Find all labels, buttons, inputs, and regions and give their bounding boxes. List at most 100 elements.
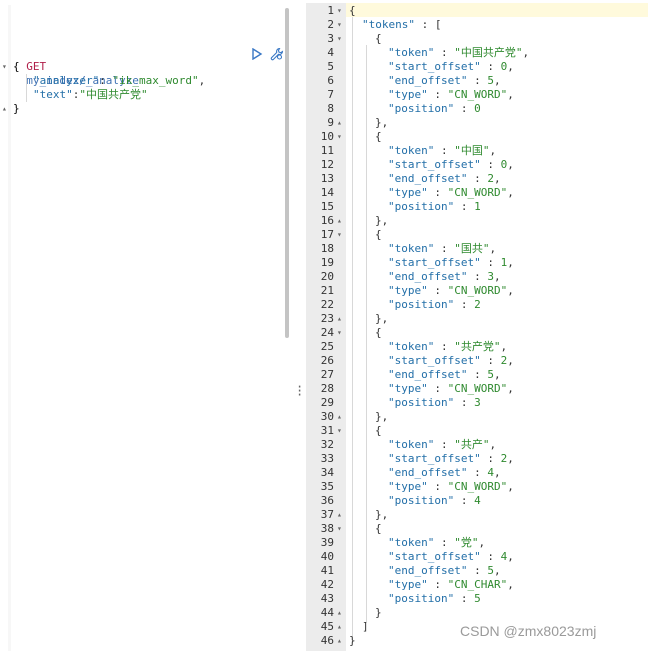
fold-toggle[interactable]: ▾ xyxy=(337,424,345,438)
fold-toggle[interactable]: ▴ xyxy=(337,214,345,228)
line-number: 12 xyxy=(320,158,334,171)
token-punc: , xyxy=(478,536,486,549)
response-line: "end_offset" : 5, xyxy=(388,368,501,382)
line-number: 1 xyxy=(327,4,334,17)
response-line: } xyxy=(349,634,356,648)
fold-toggle[interactable]: ▾ xyxy=(337,4,345,18)
response-line: { xyxy=(375,130,382,144)
fold-toggle[interactable]: ▾ xyxy=(337,326,345,340)
token-punc: : xyxy=(467,74,488,87)
line-number: 38 xyxy=(320,522,334,535)
token-key: "position" xyxy=(388,298,455,311)
response-line: }, xyxy=(375,214,388,228)
token-punc: , xyxy=(507,480,514,493)
line-number: 15 xyxy=(320,200,334,213)
token-key: "token" xyxy=(388,242,435,255)
response-line: { xyxy=(375,522,382,536)
line-number: 43 xyxy=(320,592,334,605)
response-line: { xyxy=(375,326,382,340)
indent-guide xyxy=(352,17,353,643)
fold-toggle[interactable]: ▴ xyxy=(337,410,345,424)
token-key: "type" xyxy=(388,578,428,591)
fold-toggle[interactable]: ▾ xyxy=(337,522,345,536)
response-line: { xyxy=(375,424,382,438)
line-number: 10 xyxy=(320,130,334,143)
response-line: "token" : "共产党", xyxy=(388,340,507,354)
token-punc: { xyxy=(375,228,382,241)
token-key: "start_offset" xyxy=(388,158,481,171)
fold-toggle[interactable]: ▴ xyxy=(337,620,345,634)
response-line: "position" : 3 xyxy=(388,396,481,410)
token-punc: : xyxy=(480,452,501,465)
pane-resize-handle[interactable]: · · · xyxy=(296,381,303,401)
fold-toggle[interactable]: ▴ xyxy=(337,312,345,326)
request-body-line[interactable]: "analyzer": "ik_max_word", xyxy=(33,74,205,88)
token-punc: : xyxy=(427,578,448,591)
request-scrollbar[interactable] xyxy=(285,8,289,338)
token-punc: { xyxy=(349,4,356,17)
response-line: "type" : "CN_WORD", xyxy=(388,284,514,298)
fold-toggle[interactable]: ▴ xyxy=(337,634,345,648)
fold-toggle[interactable]: ▴ xyxy=(337,606,345,620)
token-key: "token" xyxy=(388,438,435,451)
token-key: "start_offset" xyxy=(388,354,481,367)
token-key: "end_offset" xyxy=(388,368,468,381)
line-number: 13 xyxy=(320,172,334,185)
line-number: 24 xyxy=(320,326,334,339)
token-punc: }, xyxy=(375,410,389,423)
line-number: 33 xyxy=(320,452,334,465)
token-punc: { xyxy=(375,522,382,535)
fold-toggle[interactable]: ▾ xyxy=(337,18,345,32)
request-line[interactable]: GET my_index/_analyze xyxy=(13,46,139,87)
active-line-highlight xyxy=(346,3,648,17)
fold-toggle[interactable]: ▴ xyxy=(2,102,7,116)
token-punc: , xyxy=(198,74,206,87)
response-line: "end_offset" : 5, xyxy=(388,564,501,578)
request-body-line[interactable]: { xyxy=(13,60,20,74)
request-actions xyxy=(251,47,284,61)
response-line: "token" : "党", xyxy=(388,536,485,550)
response-line: }, xyxy=(375,312,388,326)
token-key: "type" xyxy=(388,186,428,199)
indent-guide xyxy=(26,74,27,102)
token-punc: , xyxy=(507,88,514,101)
token-key: "end_offset" xyxy=(388,74,468,87)
token-punc: , xyxy=(493,368,501,381)
token-punc: { xyxy=(375,326,382,339)
token-key: "token" xyxy=(388,144,435,157)
line-number: 34 xyxy=(320,466,334,479)
fold-toggle[interactable]: ▴ xyxy=(337,116,345,130)
token-num: 4 xyxy=(474,494,481,507)
response-line: } xyxy=(375,606,382,620)
token-num: 3 xyxy=(487,270,494,283)
request-body-line[interactable]: } xyxy=(13,102,20,116)
token-key: "position" xyxy=(388,102,455,115)
token-punc: : xyxy=(454,592,475,605)
fold-toggle[interactable]: ▾ xyxy=(2,60,7,74)
response-line: "type" : "CN_WORD", xyxy=(388,186,514,200)
play-icon[interactable] xyxy=(251,47,263,63)
token-punc: } xyxy=(375,606,382,619)
wrench-icon[interactable] xyxy=(270,47,284,64)
fold-toggle[interactable]: ▾ xyxy=(337,228,345,242)
token-key: "type" xyxy=(388,480,428,493)
line-number: 37 xyxy=(320,508,334,521)
token-punc: : xyxy=(434,340,455,353)
token-punc: : xyxy=(480,60,501,73)
response-line: { xyxy=(349,4,356,18)
token-key: "start_offset" xyxy=(388,256,481,269)
line-number: 30 xyxy=(320,410,334,423)
line-number: 2 xyxy=(327,18,334,31)
request-body-line[interactable]: "text":"中国共产党" xyxy=(33,88,148,102)
token-punc: , xyxy=(507,284,514,297)
response-line: }, xyxy=(375,116,388,130)
token-punc: : xyxy=(427,186,448,199)
token-punc: : xyxy=(480,354,501,367)
response-line: "token" : "国共", xyxy=(388,242,496,256)
fold-toggle[interactable]: ▾ xyxy=(337,32,345,46)
fold-toggle[interactable]: ▾ xyxy=(337,130,345,144)
response-line: "end_offset" : 4, xyxy=(388,466,501,480)
fold-toggle[interactable]: ▴ xyxy=(337,508,345,522)
token-key: "type" xyxy=(388,284,428,297)
response-line: "token" : "中国", xyxy=(388,144,496,158)
